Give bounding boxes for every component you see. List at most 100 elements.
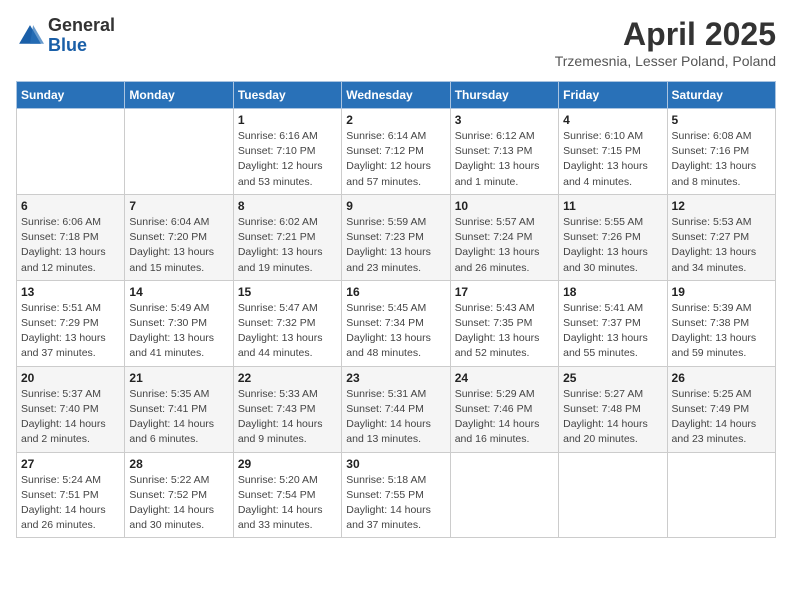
day-number: 6 <box>21 199 120 213</box>
calendar-cell: 12 Sunrise: 5:53 AM Sunset: 7:27 PM Dayli… <box>667 194 775 280</box>
day-info: Sunrise: 5:37 AM Sunset: 7:40 PM Dayligh… <box>21 387 120 448</box>
day-number: 1 <box>238 113 337 127</box>
day-number: 22 <box>238 371 337 385</box>
calendar-cell <box>667 452 775 538</box>
day-number: 18 <box>563 285 662 299</box>
day-number: 29 <box>238 457 337 471</box>
calendar-week-4: 20 Sunrise: 5:37 AM Sunset: 7:40 PM Dayli… <box>17 366 776 452</box>
calendar-cell: 27 Sunrise: 5:24 AM Sunset: 7:51 PM Dayli… <box>17 452 125 538</box>
day-number: 20 <box>21 371 120 385</box>
day-info: Sunrise: 6:16 AM Sunset: 7:10 PM Dayligh… <box>238 129 337 190</box>
day-info: Sunrise: 5:39 AM Sunset: 7:38 PM Dayligh… <box>672 301 771 362</box>
day-number: 28 <box>129 457 228 471</box>
day-info: Sunrise: 5:24 AM Sunset: 7:51 PM Dayligh… <box>21 473 120 534</box>
calendar-cell: 14 Sunrise: 5:49 AM Sunset: 7:30 PM Dayli… <box>125 280 233 366</box>
calendar-week-2: 6 Sunrise: 6:06 AM Sunset: 7:18 PM Daylig… <box>17 194 776 280</box>
weekday-header-tuesday: Tuesday <box>233 82 341 109</box>
day-number: 5 <box>672 113 771 127</box>
calendar-cell: 6 Sunrise: 6:06 AM Sunset: 7:18 PM Daylig… <box>17 194 125 280</box>
day-info: Sunrise: 5:59 AM Sunset: 7:23 PM Dayligh… <box>346 215 445 276</box>
calendar-cell: 17Sunrise: 5:43 AM Sunset: 7:35 PM Dayli… <box>450 280 558 366</box>
day-info: Sunrise: 5:31 AM Sunset: 7:44 PM Dayligh… <box>346 387 445 448</box>
day-number: 12 <box>672 199 771 213</box>
logo: General Blue <box>16 16 115 56</box>
day-info: Sunrise: 5:20 AM Sunset: 7:54 PM Dayligh… <box>238 473 337 534</box>
calendar-cell: 23Sunrise: 5:31 AM Sunset: 7:44 PM Dayli… <box>342 366 450 452</box>
day-number: 8 <box>238 199 337 213</box>
day-info: Sunrise: 6:10 AM Sunset: 7:15 PM Dayligh… <box>563 129 662 190</box>
day-info: Sunrise: 5:55 AM Sunset: 7:26 PM Dayligh… <box>563 215 662 276</box>
day-info: Sunrise: 5:18 AM Sunset: 7:55 PM Dayligh… <box>346 473 445 534</box>
calendar-cell: 24Sunrise: 5:29 AM Sunset: 7:46 PM Dayli… <box>450 366 558 452</box>
title-area: April 2025 Trzemesnia, Lesser Poland, Po… <box>555 16 776 69</box>
day-number: 9 <box>346 199 445 213</box>
day-info: Sunrise: 5:45 AM Sunset: 7:34 PM Dayligh… <box>346 301 445 362</box>
day-info: Sunrise: 5:35 AM Sunset: 7:41 PM Dayligh… <box>129 387 228 448</box>
day-number: 2 <box>346 113 445 127</box>
calendar-cell: 8 Sunrise: 6:02 AM Sunset: 7:21 PM Daylig… <box>233 194 341 280</box>
calendar-table: SundayMondayTuesdayWednesdayThursdayFrid… <box>16 81 776 538</box>
day-number: 4 <box>563 113 662 127</box>
day-info: Sunrise: 5:33 AM Sunset: 7:43 PM Dayligh… <box>238 387 337 448</box>
calendar-cell: 25Sunrise: 5:27 AM Sunset: 7:48 PM Dayli… <box>559 366 667 452</box>
calendar-cell: 10 Sunrise: 5:57 AM Sunset: 7:24 PM Dayli… <box>450 194 558 280</box>
day-number: 15 <box>238 285 337 299</box>
day-number: 27 <box>21 457 120 471</box>
calendar-cell: 2 Sunrise: 6:14 AM Sunset: 7:12 PM Daylig… <box>342 109 450 195</box>
logo-text: General Blue <box>48 16 115 56</box>
day-number: 25 <box>563 371 662 385</box>
day-number: 30 <box>346 457 445 471</box>
calendar-cell: 19 Sunrise: 5:39 AM Sunset: 7:38 PM Dayli… <box>667 280 775 366</box>
day-info: Sunrise: 6:02 AM Sunset: 7:21 PM Dayligh… <box>238 215 337 276</box>
day-info: Sunrise: 6:12 AM Sunset: 7:13 PM Dayligh… <box>455 129 554 190</box>
weekday-header-sunday: Sunday <box>17 82 125 109</box>
calendar-cell: 11 Sunrise: 5:55 AM Sunset: 7:26 PM Dayli… <box>559 194 667 280</box>
calendar-cell: 22 Sunrise: 5:33 AM Sunset: 7:43 PM Dayli… <box>233 366 341 452</box>
calendar-cell: 7Sunrise: 6:04 AM Sunset: 7:20 PM Daylig… <box>125 194 233 280</box>
page-header: General Blue April 2025 Trzemesnia, Less… <box>16 16 776 69</box>
day-number: 14 <box>129 285 228 299</box>
weekday-header-saturday: Saturday <box>667 82 775 109</box>
day-number: 19 <box>672 285 771 299</box>
day-number: 16 <box>346 285 445 299</box>
day-info: Sunrise: 6:14 AM Sunset: 7:12 PM Dayligh… <box>346 129 445 190</box>
logo-general-text: General <box>48 15 115 35</box>
day-info: Sunrise: 5:49 AM Sunset: 7:30 PM Dayligh… <box>129 301 228 362</box>
calendar-cell <box>17 109 125 195</box>
calendar-body: 1 Sunrise: 6:16 AM Sunset: 7:10 PM Daylig… <box>17 109 776 538</box>
day-info: Sunrise: 6:08 AM Sunset: 7:16 PM Dayligh… <box>672 129 771 190</box>
calendar-cell: 28 Sunrise: 5:22 AM Sunset: 7:52 PM Dayli… <box>125 452 233 538</box>
calendar-cell: 15Sunrise: 5:47 AM Sunset: 7:32 PM Dayli… <box>233 280 341 366</box>
day-info: Sunrise: 5:51 AM Sunset: 7:29 PM Dayligh… <box>21 301 120 362</box>
day-number: 17 <box>455 285 554 299</box>
day-number: 11 <box>563 199 662 213</box>
day-info: Sunrise: 5:41 AM Sunset: 7:37 PM Dayligh… <box>563 301 662 362</box>
calendar-cell: 18 Sunrise: 5:41 AM Sunset: 7:37 PM Dayli… <box>559 280 667 366</box>
day-number: 10 <box>455 199 554 213</box>
day-info: Sunrise: 5:25 AM Sunset: 7:49 PM Dayligh… <box>672 387 771 448</box>
calendar-week-1: 1 Sunrise: 6:16 AM Sunset: 7:10 PM Daylig… <box>17 109 776 195</box>
calendar-cell: 3 Sunrise: 6:12 AM Sunset: 7:13 PM Daylig… <box>450 109 558 195</box>
day-number: 3 <box>455 113 554 127</box>
calendar-cell: 26Sunrise: 5:25 AM Sunset: 7:49 PM Dayli… <box>667 366 775 452</box>
day-number: 21 <box>129 371 228 385</box>
calendar-cell: 9 Sunrise: 5:59 AM Sunset: 7:23 PM Daylig… <box>342 194 450 280</box>
calendar-cell: 20 Sunrise: 5:37 AM Sunset: 7:40 PM Dayli… <box>17 366 125 452</box>
calendar-cell: 29 Sunrise: 5:20 AM Sunset: 7:54 PM Dayli… <box>233 452 341 538</box>
calendar-cell <box>450 452 558 538</box>
weekday-header-wednesday: Wednesday <box>342 82 450 109</box>
day-info: Sunrise: 6:04 AM Sunset: 7:20 PM Dayligh… <box>129 215 228 276</box>
day-info: Sunrise: 5:57 AM Sunset: 7:24 PM Dayligh… <box>455 215 554 276</box>
day-info: Sunrise: 5:53 AM Sunset: 7:27 PM Dayligh… <box>672 215 771 276</box>
weekday-header-thursday: Thursday <box>450 82 558 109</box>
day-number: 13 <box>21 285 120 299</box>
calendar-cell: 5 Sunrise: 6:08 AM Sunset: 7:16 PM Daylig… <box>667 109 775 195</box>
day-info: Sunrise: 6:06 AM Sunset: 7:18 PM Dayligh… <box>21 215 120 276</box>
calendar-cell: 1 Sunrise: 6:16 AM Sunset: 7:10 PM Daylig… <box>233 109 341 195</box>
weekday-header-monday: Monday <box>125 82 233 109</box>
calendar-cell: 4 Sunrise: 6:10 AM Sunset: 7:15 PM Daylig… <box>559 109 667 195</box>
weekday-header-friday: Friday <box>559 82 667 109</box>
day-info: Sunrise: 5:22 AM Sunset: 7:52 PM Dayligh… <box>129 473 228 534</box>
calendar-cell <box>125 109 233 195</box>
calendar-cell: 21 Sunrise: 5:35 AM Sunset: 7:41 PM Dayli… <box>125 366 233 452</box>
